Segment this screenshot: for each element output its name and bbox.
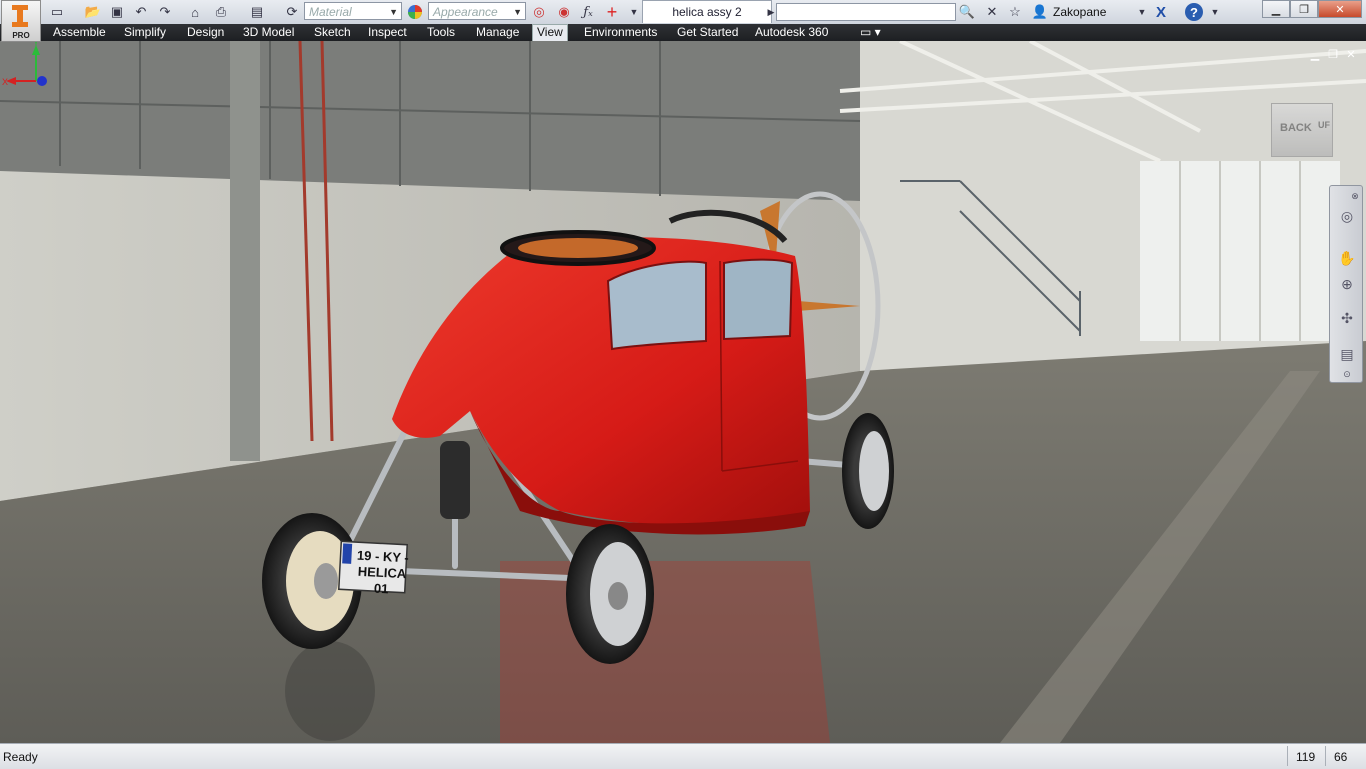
select-filter-icon[interactable]: ▤ [248, 3, 266, 21]
minimize-button[interactable]: ▁ [1262, 0, 1290, 18]
license-plate: 19 - KY - HELICA 01 [355, 548, 409, 599]
help-icon[interactable]: ? [1185, 3, 1203, 21]
triad-x-label: X [2, 77, 8, 87]
binoculars-icon[interactable]: 🔍 [958, 3, 976, 21]
tab-manage[interactable]: Manage [472, 25, 523, 40]
navbar-options-icon[interactable]: ⊙ [1337, 364, 1357, 384]
new-file-icon[interactable]: ▭ [48, 3, 66, 21]
quick-access-toolbar: PRO ▭ 📂 ▣ ↶ ↷ ⌂ ⎙ ▤ ⟳ Material ▼ Appeara… [0, 0, 1366, 42]
exchange-apps-icon[interactable]: X [1152, 3, 1170, 21]
look-at-icon[interactable]: ▤ [1337, 344, 1357, 364]
close-button[interactable]: ✕ [1318, 0, 1362, 18]
customize-arrow-icon[interactable]: ▼ [625, 3, 643, 21]
pan-hand-icon[interactable]: ✋ [1337, 248, 1357, 268]
viewport-minimize-icon[interactable]: ▁ [1306, 48, 1324, 61]
status-text: Ready [3, 750, 38, 764]
material-placeholder: Material [309, 5, 352, 19]
home-icon[interactable]: ⌂ [186, 3, 204, 21]
tab-tools[interactable]: Tools [423, 25, 459, 40]
update-icon[interactable]: ⟳ [283, 3, 301, 21]
chevron-down-icon: ▼ [513, 7, 522, 17]
tab-autodesk-360[interactable]: Autodesk 360 [751, 25, 832, 40]
undo-icon[interactable]: ↶ [132, 3, 150, 21]
chevron-down-icon: ▼ [389, 7, 398, 17]
print-icon[interactable]: ⎙ [212, 3, 230, 21]
coordinate-triad: X Y [2, 41, 47, 87]
tab-3d-model[interactable]: 3D Model [239, 25, 298, 40]
viewcube-face-label: BACK [1280, 122, 1312, 134]
zoom-icon[interactable]: ⊕ [1337, 274, 1357, 294]
tab-environments[interactable]: Environments [580, 25, 661, 40]
inventor-logo-icon [12, 5, 28, 27]
color-wheel-icon[interactable] [406, 3, 424, 21]
tab-inspect[interactable]: Inspect [364, 25, 411, 40]
viewport-restore-icon[interactable]: ❐ [1324, 48, 1342, 61]
search-input[interactable] [776, 3, 956, 21]
ribbon-display-options-icon[interactable]: ▭ ▾ [856, 25, 885, 40]
function-fx-icon[interactable]: ƒₓ [579, 3, 597, 21]
status-occurrence-count: 119 [1296, 750, 1316, 764]
adjust-appearance-icon[interactable]: ◉ [555, 3, 573, 21]
orbit-icon[interactable]: ✣ [1337, 308, 1357, 328]
favorites-star-icon[interactable]: ☆ [1006, 3, 1024, 21]
navigation-bar: ⊗ ◎ ✋ ⊕ ✣ ▤ ⊙ [1329, 185, 1363, 383]
tab-design[interactable]: Design [183, 25, 228, 40]
maximize-button[interactable]: ❐ [1290, 0, 1318, 18]
chevron-down-icon[interactable]: ▼ [1206, 3, 1224, 21]
application-menu-button[interactable]: PRO [1, 0, 41, 42]
license-plate-line2: HELICA 01 [357, 563, 407, 597]
front-wheel [842, 413, 894, 529]
tab-simplify[interactable]: Simplify [120, 25, 170, 40]
material-dropdown[interactable]: Material ▼ [304, 2, 402, 20]
status-divider [1325, 746, 1326, 766]
triad-y-label: Y [33, 41, 39, 48]
rear-right-wheel [566, 524, 654, 664]
tab-get-started[interactable]: Get Started [673, 25, 742, 40]
appearance-placeholder: Appearance [433, 5, 498, 19]
status-divider [1287, 746, 1288, 766]
user-icon[interactable]: 👤 [1031, 3, 1049, 21]
graphics-viewport[interactable]: 19 - KY - HELICA 01 ▁ ❐ ✕ BACK UF ⊗ ◎ ✋ ⊕ … [0, 41, 1366, 743]
status-document-count: 66 [1334, 750, 1348, 764]
tab-view[interactable]: View [532, 24, 568, 42]
close-navbar-icon[interactable]: ⊗ [1350, 186, 1360, 206]
redo-icon[interactable]: ↷ [156, 3, 174, 21]
viewcube[interactable]: BACK UF [1271, 103, 1333, 157]
viewcube-side-label: UF [1318, 120, 1330, 130]
ribbon-tab-bar: Assemble Simplify Design 3D Model Sketch… [0, 24, 1366, 42]
open-file-icon[interactable]: 📂 [84, 3, 102, 21]
communication-center-icon[interactable]: ✕ [983, 3, 1001, 21]
save-icon[interactable]: ▣ [108, 3, 126, 21]
status-bar: Ready 119 66 [0, 743, 1366, 769]
viewport-close-icon[interactable]: ✕ [1342, 48, 1360, 61]
edition-badge: PRO [12, 31, 30, 40]
tab-sketch[interactable]: Sketch [310, 25, 355, 40]
steering-wheel-icon[interactable]: ◎ [1337, 206, 1357, 226]
viewport-window-controls: ▁ ❐ ✕ [1306, 47, 1366, 61]
document-tab[interactable]: helica assy 2 [642, 0, 772, 23]
tab-assemble[interactable]: Assemble [49, 25, 110, 40]
appearance-dropdown[interactable]: Appearance ▼ [428, 2, 526, 20]
add-icon[interactable]: + [603, 2, 621, 22]
rendered-scene [0, 41, 1366, 743]
chevron-down-icon[interactable]: ▼ [1133, 3, 1151, 21]
user-name[interactable]: Zakopane [1053, 5, 1106, 19]
clear-appearance-icon[interactable]: ◎ [530, 3, 548, 21]
